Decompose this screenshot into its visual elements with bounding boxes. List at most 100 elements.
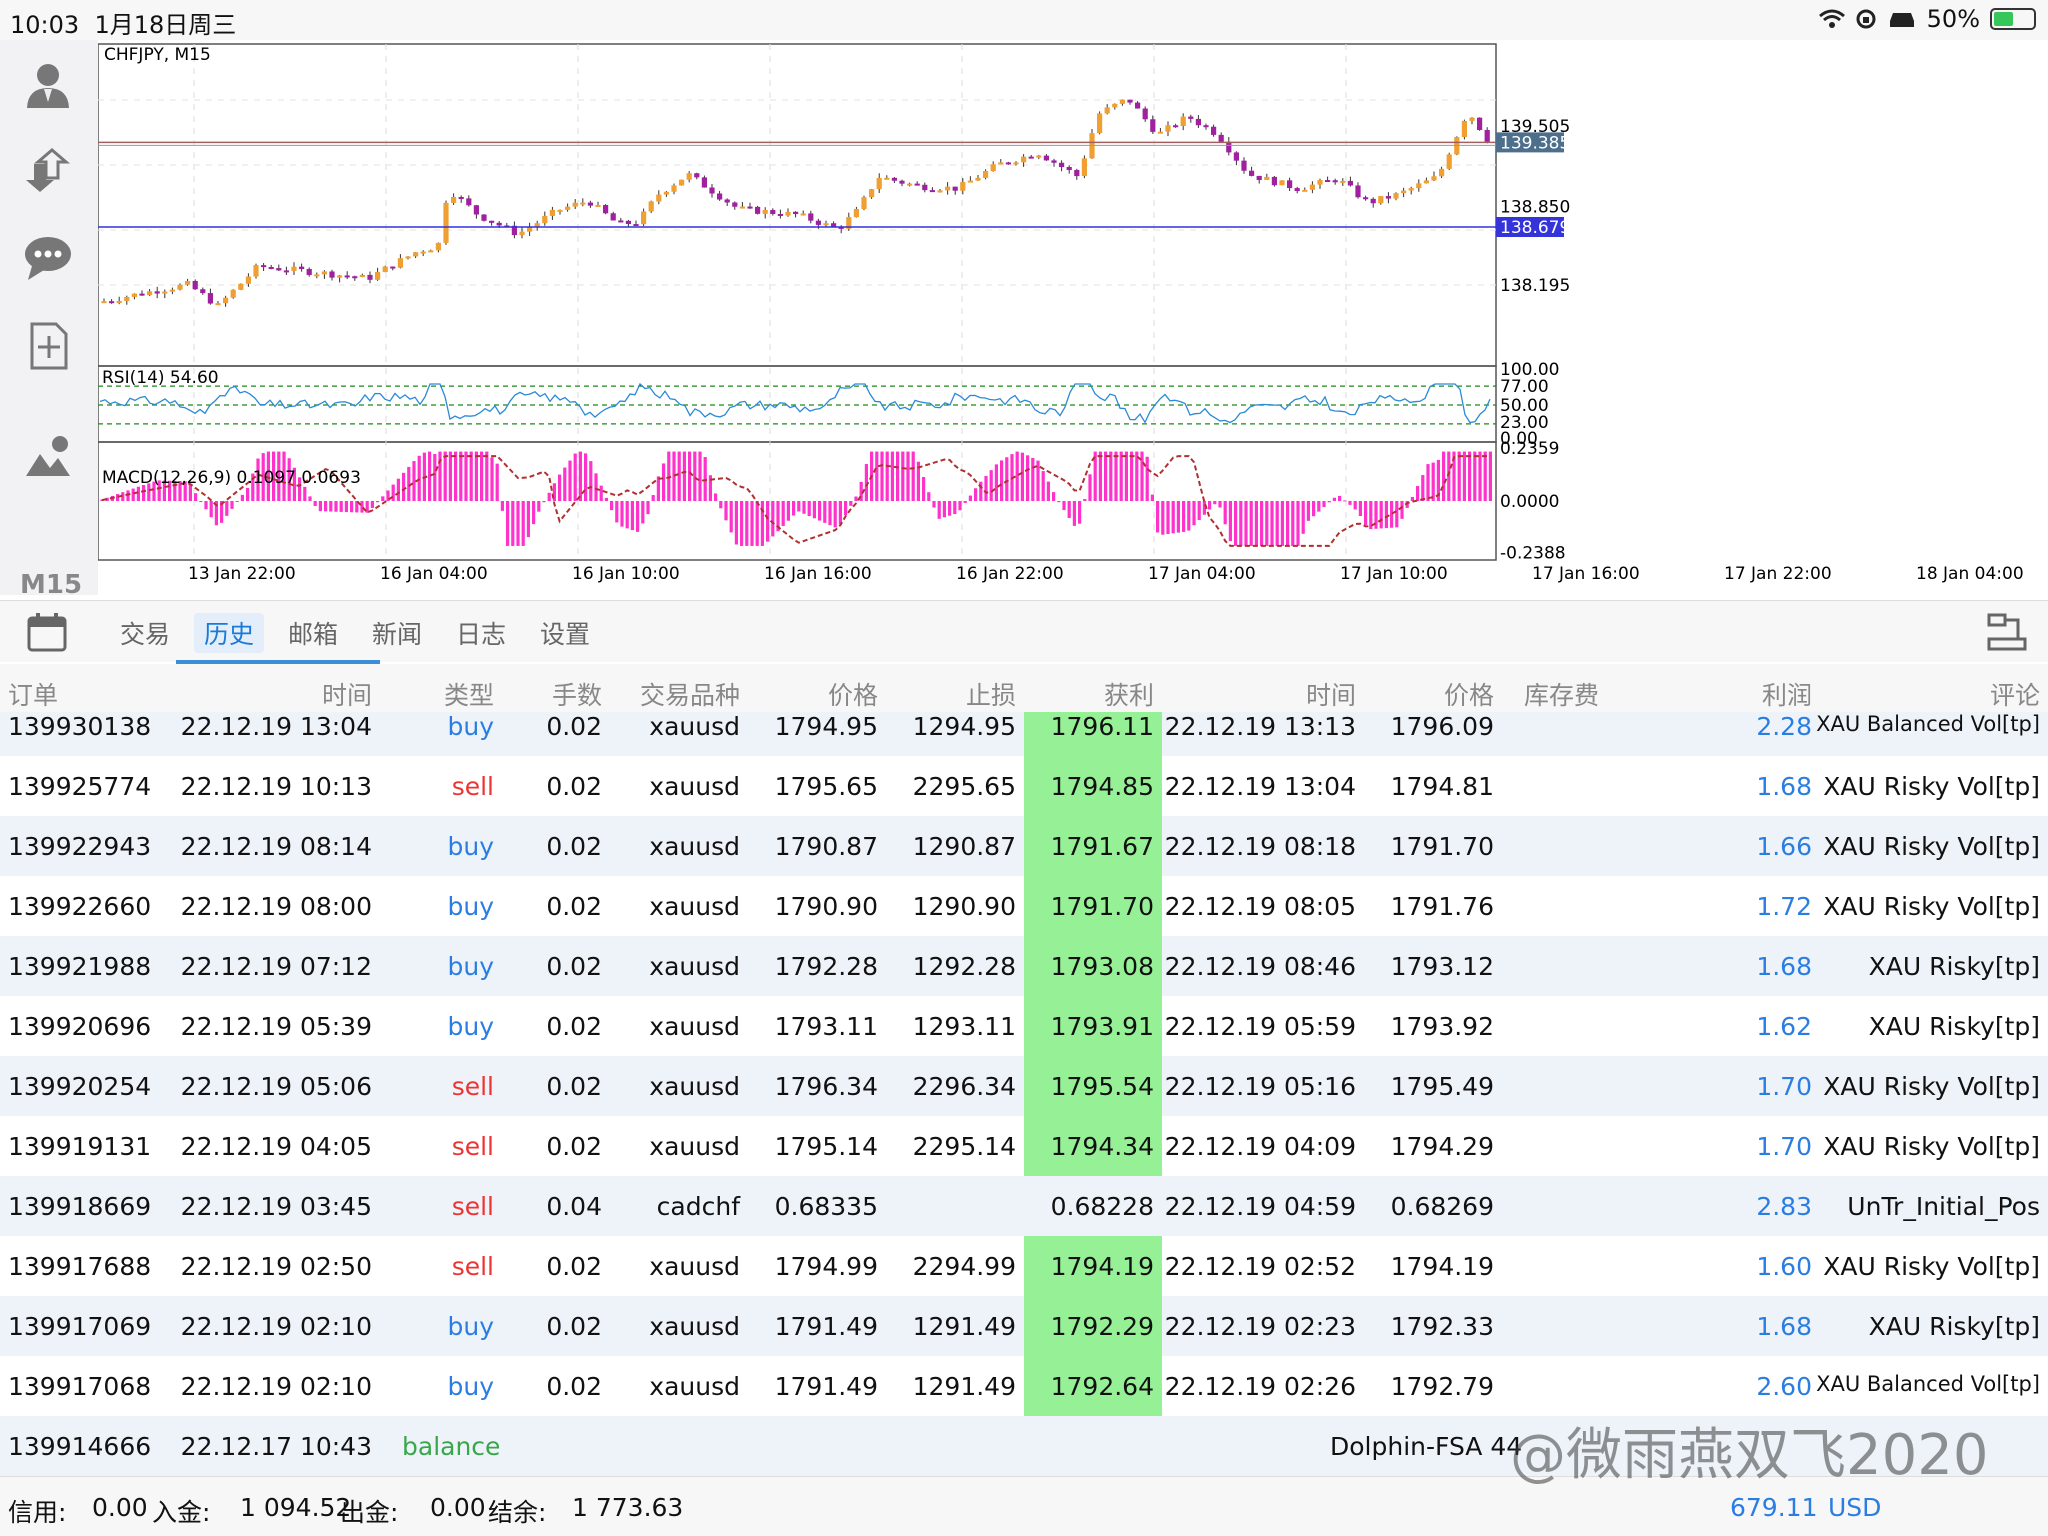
chat-icon[interactable] <box>20 230 76 286</box>
chart-canvas[interactable]: CHFJPY, M15 RSI(14) 54.60 MACD(12,26,9) … <box>98 40 2048 595</box>
macd-histogram-bar <box>402 472 406 501</box>
tab-0[interactable]: 交易 <box>110 613 180 653</box>
tab-2[interactable]: 邮箱 <box>278 613 348 653</box>
tab-5[interactable]: 设置 <box>530 613 600 653</box>
trade-arrows-icon[interactable] <box>20 142 76 198</box>
candle-body <box>542 215 548 224</box>
header-1[interactable]: 时间 <box>322 676 372 712</box>
candle-body <box>1226 141 1232 153</box>
macd-histogram-bar <box>1421 475 1425 501</box>
header-2[interactable]: 类型 <box>444 676 494 712</box>
candle-body <box>1066 166 1072 171</box>
header-5[interactable]: 价格 <box>828 676 878 712</box>
table-row[interactable]: 139930138 22.12.19 13:04 buy 0.02 xauusd 1794… <box>0 712 2048 756</box>
macd-histogram-bar <box>1265 501 1269 546</box>
candle-body <box>169 289 175 292</box>
macd-histogram-bar <box>734 501 738 545</box>
candle-body <box>215 303 221 306</box>
candle-body <box>1256 175 1262 180</box>
candle-body <box>253 265 259 277</box>
header-6[interactable]: 止损 <box>966 676 1016 712</box>
macd-histogram-bar <box>688 451 692 501</box>
cell-profit: 2.60 <box>1756 1372 1812 1401</box>
cell-comment: XAU Risky Vol[tp] <box>1823 772 2040 801</box>
objects-icon[interactable] <box>20 430 76 486</box>
candle-body <box>1074 170 1080 177</box>
cell-comment: XAU Balanced Vol[tp] <box>1816 712 2040 736</box>
table-row[interactable]: 139922660 22.12.19 08:00 buy 0.02 xauusd 1790… <box>0 876 2048 936</box>
price-chart[interactable]: CHFJPY, M15 RSI(14) 54.60 MACD(12,26,9) … <box>98 40 2048 595</box>
candle-body <box>1309 184 1315 190</box>
macd-histogram-bar <box>828 501 832 526</box>
new-order-icon[interactable] <box>20 318 76 374</box>
candle-body <box>679 179 685 186</box>
table-row[interactable]: 139917068 22.12.19 02:10 buy 0.02 xauusd 1791… <box>0 1356 2048 1416</box>
macd-histogram-bar <box>844 501 848 516</box>
tab-3[interactable]: 新闻 <box>362 613 432 653</box>
macd-histogram-bar <box>807 501 811 517</box>
table-row[interactable]: 139921988 22.12.19 07:12 buy 0.02 xauusd 1792… <box>0 936 2048 996</box>
macd-histogram-bar <box>1062 501 1066 511</box>
header-10[interactable]: 库存费 <box>1524 676 1599 712</box>
timeframe-label[interactable]: M15 <box>20 570 82 600</box>
cell-tp: 1792.64 <box>1024 1356 1162 1416</box>
macd-histogram-bar <box>599 485 603 501</box>
cell-lots: 0.02 <box>546 892 602 921</box>
history-table-body[interactable]: 139930138 22.12.19 13:04 buy 0.02 xauusd 1794… <box>0 712 2048 1480</box>
table-row[interactable]: 139919131 22.12.19 04:05 sell 0.02 xauusd 179… <box>0 1116 2048 1176</box>
header-9[interactable]: 价格 <box>1444 676 1494 712</box>
cell-tp: 1792.29 <box>1024 1296 1162 1356</box>
candle-body <box>1043 155 1049 161</box>
macd-histogram-bar <box>1109 451 1113 501</box>
header-11[interactable]: 利润 <box>1762 676 1812 712</box>
header-7[interactable]: 获利 <box>1104 676 1154 712</box>
table-row[interactable]: 139918669 22.12.19 03:45 sell 0.04 cadchf 0.6… <box>0 1176 2048 1236</box>
header-0[interactable]: 订单 <box>8 676 58 712</box>
cell-symbol: xauusd <box>649 1012 740 1041</box>
table-row[interactable]: 139925774 22.12.19 10:13 sell 0.02 xauusd 179… <box>0 756 2048 816</box>
table-row[interactable]: 139920696 22.12.19 05:39 buy 0.02 xauusd 1793… <box>0 996 2048 1056</box>
macd-histogram-bar <box>1015 451 1019 501</box>
cell-open-time: 22.12.19 02:10 <box>180 1312 372 1341</box>
cell-price: 1794.99 <box>774 1252 878 1281</box>
table-row[interactable]: 139917688 22.12.19 02:50 sell 0.02 xauusd 179… <box>0 1236 2048 1296</box>
candle-body <box>1211 126 1217 135</box>
candle-body <box>1180 116 1186 126</box>
macd-histogram-bar <box>610 501 614 511</box>
cell-profit: 1.70 <box>1756 1072 1812 1101</box>
table-row[interactable]: 139920254 22.12.19 05:06 sell 0.02 xauusd 179… <box>0 1056 2048 1116</box>
macd-histogram-bar <box>199 501 203 502</box>
table-row[interactable]: 139917069 22.12.19 02:10 buy 0.02 xauusd 1791… <box>0 1296 2048 1356</box>
table-row[interactable]: 139922943 22.12.19 08:14 buy 0.02 xauusd 1790… <box>0 816 2048 876</box>
candle-body <box>1423 180 1429 184</box>
candle-body <box>1378 196 1384 204</box>
macd-histogram-bar <box>812 501 816 519</box>
cell-symbol: xauusd <box>649 952 740 981</box>
account-icon[interactable] <box>20 56 76 112</box>
macd-histogram-bar <box>584 453 588 501</box>
cell-close-price: 1795.49 <box>1390 1072 1494 1101</box>
header-8[interactable]: 时间 <box>1306 676 1356 712</box>
header-4[interactable]: 交易品种 <box>640 676 740 712</box>
calendar-icon[interactable] <box>26 611 68 653</box>
macd-histogram-bar <box>376 501 380 503</box>
candle-body <box>603 204 609 214</box>
header-3[interactable]: 手数 <box>552 676 602 712</box>
candle-body <box>557 209 563 212</box>
tab-4[interactable]: 日志 <box>446 613 516 653</box>
layout-icon[interactable] <box>1986 611 2028 653</box>
status-bar: 10:03 1月18日周三 50% <box>0 0 2048 40</box>
cell-tp: 1791.70 <box>1024 876 1162 936</box>
macd-histogram-bar <box>1306 501 1310 521</box>
cell-close-time: 22.12.19 13:04 <box>1164 772 1356 801</box>
macd-histogram-bar <box>1228 501 1232 542</box>
macd-histogram-bar <box>578 451 582 501</box>
macd-histogram-bar <box>1213 501 1217 505</box>
header-12[interactable]: 评论 <box>1990 676 2040 712</box>
candle-body <box>238 283 244 290</box>
cell-lots: 0.02 <box>546 952 602 981</box>
tab-1[interactable]: 历史 <box>194 613 265 653</box>
candle-body <box>162 291 168 294</box>
cell-tp: 1794.19 <box>1024 1236 1162 1296</box>
cell-order: 139914666 <box>8 1432 152 1461</box>
